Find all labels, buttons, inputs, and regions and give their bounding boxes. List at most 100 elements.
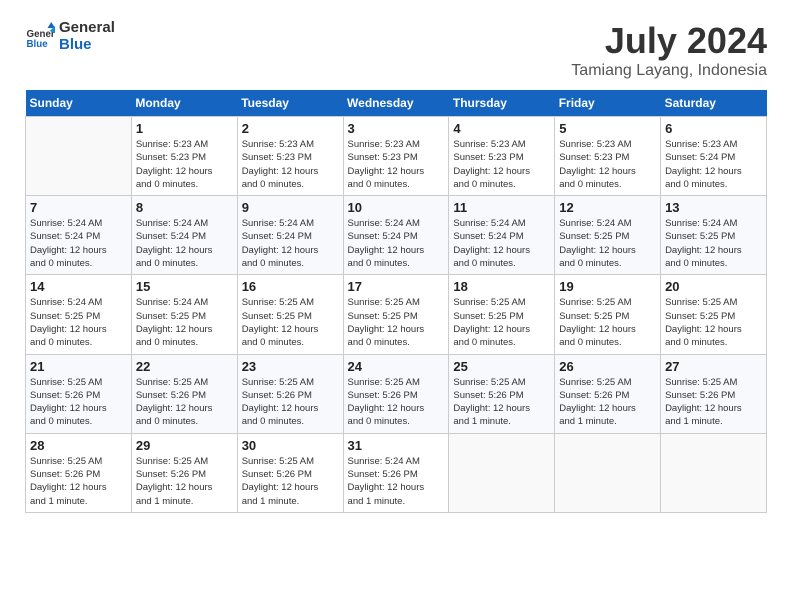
day-info: Sunrise: 5:24 AMSunset: 5:25 PMDaylight:… bbox=[559, 217, 656, 270]
calendar-header: SundayMondayTuesdayWednesdayThursdayFrid… bbox=[26, 90, 767, 117]
day-number: 11 bbox=[453, 200, 550, 215]
day-cell: 10Sunrise: 5:24 AMSunset: 5:24 PMDayligh… bbox=[343, 196, 449, 275]
logo: General Blue General Blue bbox=[25, 20, 115, 53]
day-cell: 22 Sunrise: 5:25 AMSunset: 5:26 PMDayligh… bbox=[131, 354, 237, 433]
day-info: Sunrise: 5:25 AMSunset: 5:26 PMDaylight:… bbox=[136, 376, 233, 429]
day-info: Sunrise: 5:24 AMSunset: 5:24 PMDaylight:… bbox=[242, 217, 339, 270]
day-number: 17 bbox=[348, 279, 445, 294]
day-info: Sunrise: 5:25 AMSunset: 5:26 PMDaylight:… bbox=[242, 455, 339, 508]
day-number: 8 bbox=[136, 200, 233, 215]
day-cell: 20 Sunrise: 5:25 AMSunset: 5:25 PMDayligh… bbox=[661, 275, 767, 354]
day-number: 10 bbox=[348, 200, 445, 215]
day-info: Sunrise: 5:23 AMSunset: 5:23 PMDaylight:… bbox=[348, 138, 445, 191]
day-number: 31 bbox=[348, 438, 445, 453]
day-info: Sunrise: 5:23 AMSunset: 5:23 PMDaylight:… bbox=[453, 138, 550, 191]
day-cell: 4Sunrise: 5:23 AMSunset: 5:23 PMDaylight… bbox=[449, 117, 555, 196]
day-info: Sunrise: 5:25 AMSunset: 5:26 PMDaylight:… bbox=[30, 376, 127, 429]
day-cell: 15Sunrise: 5:24 AMSunset: 5:25 PMDayligh… bbox=[131, 275, 237, 354]
day-number: 25 bbox=[453, 359, 550, 374]
location-subtitle: Tamiang Layang, Indonesia bbox=[571, 62, 767, 80]
day-cell: 17 Sunrise: 5:25 AMSunset: 5:25 PMDayligh… bbox=[343, 275, 449, 354]
logo-icon: General Blue bbox=[25, 22, 55, 52]
week-row-2: 7 Sunrise: 5:24 AMSunset: 5:24 PMDaylight… bbox=[26, 196, 767, 275]
day-number: 20 bbox=[665, 279, 762, 294]
day-cell: 5 Sunrise: 5:23 AMSunset: 5:23 PMDaylight… bbox=[555, 117, 661, 196]
day-number: 22 bbox=[136, 359, 233, 374]
day-info: Sunrise: 5:25 AMSunset: 5:26 PMDaylight:… bbox=[30, 455, 127, 508]
day-cell: 31 Sunrise: 5:24 AMSunset: 5:26 PMDayligh… bbox=[343, 433, 449, 512]
day-info: Sunrise: 5:24 AMSunset: 5:24 PMDaylight:… bbox=[30, 217, 127, 270]
day-number: 21 bbox=[30, 359, 127, 374]
day-cell: 3 Sunrise: 5:23 AMSunset: 5:23 PMDaylight… bbox=[343, 117, 449, 196]
day-cell: 27Sunrise: 5:25 AMSunset: 5:26 PMDayligh… bbox=[661, 354, 767, 433]
day-info: Sunrise: 5:25 AMSunset: 5:25 PMDaylight:… bbox=[665, 296, 762, 349]
day-cell: 19 Sunrise: 5:25 AMSunset: 5:25 PMDayligh… bbox=[555, 275, 661, 354]
week-row-1: 1 Sunrise: 5:23 AMSunset: 5:23 PMDaylight… bbox=[26, 117, 767, 196]
day-number: 24 bbox=[348, 359, 445, 374]
day-info: Sunrise: 5:24 AMSunset: 5:24 PMDaylight:… bbox=[453, 217, 550, 270]
day-number: 19 bbox=[559, 279, 656, 294]
day-cell: 7 Sunrise: 5:24 AMSunset: 5:24 PMDaylight… bbox=[26, 196, 132, 275]
day-info: Sunrise: 5:24 AMSunset: 5:25 PMDaylight:… bbox=[665, 217, 762, 270]
day-info: Sunrise: 5:25 AMSunset: 5:26 PMDaylight:… bbox=[453, 376, 550, 429]
day-info: Sunrise: 5:24 AMSunset: 5:25 PMDaylight:… bbox=[136, 296, 233, 349]
day-cell: 2 Sunrise: 5:23 AMSunset: 5:23 PMDaylight… bbox=[237, 117, 343, 196]
day-info: Sunrise: 5:24 AMSunset: 5:26 PMDaylight:… bbox=[348, 455, 445, 508]
day-info: Sunrise: 5:23 AMSunset: 5:23 PMDaylight:… bbox=[559, 138, 656, 191]
day-cell: 26 Sunrise: 5:25 AMSunset: 5:26 PMDayligh… bbox=[555, 354, 661, 433]
calendar-table: SundayMondayTuesdayWednesdayThursdayFrid… bbox=[25, 90, 767, 513]
day-number: 28 bbox=[30, 438, 127, 453]
day-number: 26 bbox=[559, 359, 656, 374]
day-info: Sunrise: 5:25 AMSunset: 5:26 PMDaylight:… bbox=[242, 376, 339, 429]
title-area: July 2024 Tamiang Layang, Indonesia bbox=[571, 20, 767, 80]
day-number: 6 bbox=[665, 121, 762, 136]
day-number: 3 bbox=[348, 121, 445, 136]
day-info: Sunrise: 5:25 AMSunset: 5:26 PMDaylight:… bbox=[348, 376, 445, 429]
day-cell: 14 Sunrise: 5:24 AMSunset: 5:25 PMDayligh… bbox=[26, 275, 132, 354]
header-cell-thursday: Thursday bbox=[449, 90, 555, 117]
header: General Blue General Blue July 2024 Tami… bbox=[25, 20, 767, 80]
day-info: Sunrise: 5:24 AMSunset: 5:25 PMDaylight:… bbox=[30, 296, 127, 349]
day-number: 30 bbox=[242, 438, 339, 453]
week-row-5: 28 Sunrise: 5:25 AMSunset: 5:26 PMDayligh… bbox=[26, 433, 767, 512]
day-cell: 13 Sunrise: 5:24 AMSunset: 5:25 PMDayligh… bbox=[661, 196, 767, 275]
day-info: Sunrise: 5:23 AMSunset: 5:23 PMDaylight:… bbox=[242, 138, 339, 191]
day-info: Sunrise: 5:25 AMSunset: 5:26 PMDaylight:… bbox=[136, 455, 233, 508]
day-cell: 16Sunrise: 5:25 AMSunset: 5:25 PMDayligh… bbox=[237, 275, 343, 354]
day-cell: 24 Sunrise: 5:25 AMSunset: 5:26 PMDayligh… bbox=[343, 354, 449, 433]
header-cell-wednesday: Wednesday bbox=[343, 90, 449, 117]
day-number: 5 bbox=[559, 121, 656, 136]
day-info: Sunrise: 5:23 AMSunset: 5:24 PMDaylight:… bbox=[665, 138, 762, 191]
week-row-3: 14 Sunrise: 5:24 AMSunset: 5:25 PMDayligh… bbox=[26, 275, 767, 354]
day-cell bbox=[26, 117, 132, 196]
day-info: Sunrise: 5:23 AMSunset: 5:23 PMDaylight:… bbox=[136, 138, 233, 191]
day-info: Sunrise: 5:25 AMSunset: 5:25 PMDaylight:… bbox=[348, 296, 445, 349]
day-cell: 11 Sunrise: 5:24 AMSunset: 5:24 PMDayligh… bbox=[449, 196, 555, 275]
day-cell: 8Sunrise: 5:24 AMSunset: 5:24 PMDaylight… bbox=[131, 196, 237, 275]
day-cell: 29 Sunrise: 5:25 AMSunset: 5:26 PMDayligh… bbox=[131, 433, 237, 512]
day-cell bbox=[661, 433, 767, 512]
day-number: 2 bbox=[242, 121, 339, 136]
day-cell: 28 Sunrise: 5:25 AMSunset: 5:26 PMDayligh… bbox=[26, 433, 132, 512]
day-number: 14 bbox=[30, 279, 127, 294]
day-cell: 9 Sunrise: 5:24 AMSunset: 5:24 PMDaylight… bbox=[237, 196, 343, 275]
day-cell: 1 Sunrise: 5:23 AMSunset: 5:23 PMDaylight… bbox=[131, 117, 237, 196]
day-cell: 21 Sunrise: 5:25 AMSunset: 5:26 PMDayligh… bbox=[26, 354, 132, 433]
svg-text:Blue: Blue bbox=[27, 38, 49, 49]
day-cell: 6 Sunrise: 5:23 AMSunset: 5:24 PMDaylight… bbox=[661, 117, 767, 196]
day-number: 29 bbox=[136, 438, 233, 453]
calendar-body: 1 Sunrise: 5:23 AMSunset: 5:23 PMDaylight… bbox=[26, 117, 767, 513]
day-info: Sunrise: 5:25 AMSunset: 5:25 PMDaylight:… bbox=[559, 296, 656, 349]
day-number: 23 bbox=[242, 359, 339, 374]
day-info: Sunrise: 5:25 AMSunset: 5:25 PMDaylight:… bbox=[242, 296, 339, 349]
month-title: July 2024 bbox=[571, 20, 767, 62]
day-number: 9 bbox=[242, 200, 339, 215]
day-cell: 23 Sunrise: 5:25 AMSunset: 5:26 PMDayligh… bbox=[237, 354, 343, 433]
day-number: 13 bbox=[665, 200, 762, 215]
day-number: 1 bbox=[136, 121, 233, 136]
day-number: 7 bbox=[30, 200, 127, 215]
header-row: SundayMondayTuesdayWednesdayThursdayFrid… bbox=[26, 90, 767, 117]
day-number: 18 bbox=[453, 279, 550, 294]
day-cell: 30 Sunrise: 5:25 AMSunset: 5:26 PMDayligh… bbox=[237, 433, 343, 512]
day-info: Sunrise: 5:25 AMSunset: 5:26 PMDaylight:… bbox=[559, 376, 656, 429]
